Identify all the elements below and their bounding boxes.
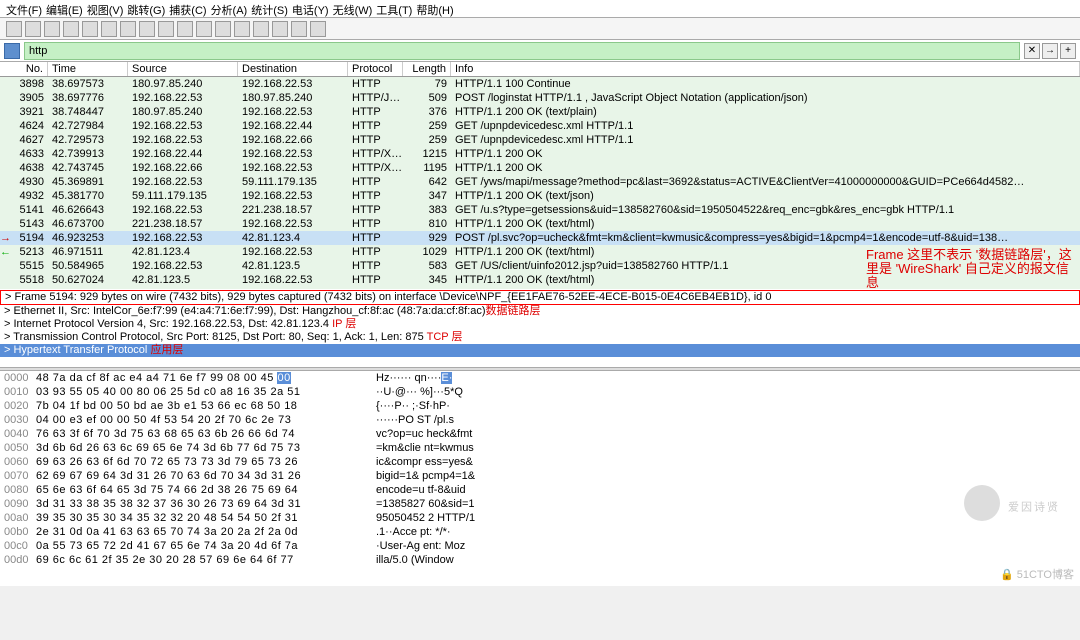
- col-length[interactable]: Length: [403, 62, 451, 76]
- toolbar-button[interactable]: [120, 21, 136, 37]
- menu-item[interactable]: 视图(V): [87, 2, 124, 15]
- hex-row[interactable]: 008065 6e 63 6f 64 65 3d 75 74 66 2d 38 …: [0, 483, 1080, 497]
- menu-item[interactable]: 电话(Y): [292, 2, 329, 15]
- col-no[interactable]: No.: [0, 62, 48, 76]
- packet-details: > Frame 5194: 929 bytes on wire (7432 bi…: [0, 289, 1080, 367]
- annotation-frame-note: Frame 这里不表示 '数据链路层'，这里是 'WireShark' 自己定义…: [866, 248, 1076, 289]
- toolbar-button[interactable]: [6, 21, 22, 37]
- toolbar-button[interactable]: [253, 21, 269, 37]
- tree-tcp[interactable]: > Transmission Control Protocol, Src Por…: [0, 331, 1080, 344]
- menu-item[interactable]: 跳转(G): [127, 2, 165, 15]
- hex-view: 000048 7a da cf 8f ac e4 a4 71 6e f7 99 …: [0, 371, 1080, 586]
- bookmark-icon[interactable]: [4, 43, 20, 59]
- toolbar-button[interactable]: [139, 21, 155, 37]
- packet-row[interactable]: 493245.38177059.111.179.135192.168.22.53…: [0, 189, 1080, 203]
- hex-row[interactable]: 00a039 35 30 35 30 34 35 32 32 20 48 54 …: [0, 511, 1080, 525]
- tree-ip[interactable]: > Internet Protocol Version 4, Src: 192.…: [0, 318, 1080, 331]
- packet-row[interactable]: 462742.729573192.168.22.53192.168.22.66H…: [0, 133, 1080, 147]
- hex-row[interactable]: 00b02e 31 0d 0a 41 63 63 65 70 74 3a 20 …: [0, 525, 1080, 539]
- add-filter-button[interactable]: +: [1060, 43, 1076, 59]
- packet-row[interactable]: 390538.697776192.168.22.53180.97.85.240H…: [0, 91, 1080, 105]
- clear-filter-button[interactable]: ✕: [1024, 43, 1040, 59]
- menu-item[interactable]: 无线(W): [333, 2, 373, 15]
- packet-row[interactable]: 389838.697573180.97.85.240192.168.22.53H…: [0, 77, 1080, 91]
- hex-row[interactable]: 00903d 31 33 38 35 38 32 37 36 30 26 73 …: [0, 497, 1080, 511]
- toolbar-button[interactable]: [291, 21, 307, 37]
- col-source[interactable]: Source: [128, 62, 238, 76]
- apply-filter-button[interactable]: →: [1042, 43, 1058, 59]
- toolbar: [0, 18, 1080, 40]
- hex-row[interactable]: 000048 7a da cf 8f ac e4 a4 71 6e f7 99 …: [0, 371, 1080, 385]
- toolbar-button[interactable]: [82, 21, 98, 37]
- display-filter-input[interactable]: [24, 42, 1020, 60]
- hex-row[interactable]: 001003 93 55 05 40 00 80 06 25 5d c0 a8 …: [0, 385, 1080, 399]
- packet-list-header: No. Time Source Destination Protocol Len…: [0, 62, 1080, 77]
- tree-ethernet[interactable]: > Ethernet II, Src: IntelCor_6e:f7:99 (e…: [0, 305, 1080, 318]
- menu-item[interactable]: 文件(F): [6, 2, 42, 15]
- packet-row[interactable]: 493045.369891192.168.22.5359.111.179.135…: [0, 175, 1080, 189]
- toolbar-button[interactable]: [272, 21, 288, 37]
- tree-http[interactable]: > Hypertext Transfer Protocol 应用层: [0, 344, 1080, 357]
- hex-row[interactable]: 00503d 6b 6d 26 63 6c 69 65 6e 74 3d 6b …: [0, 441, 1080, 455]
- packet-row[interactable]: 392138.748447180.97.85.240192.168.22.53H…: [0, 105, 1080, 119]
- filter-bar: ✕ → +: [0, 40, 1080, 62]
- toolbar-button[interactable]: [196, 21, 212, 37]
- menubar: 文件(F) 编辑(E) 视图(V)跳转(G) 捕获(C) 分析(A)统计(S) 电话(Y)…: [0, 0, 1080, 18]
- toolbar-button[interactable]: [158, 21, 174, 37]
- toolbar-button[interactable]: [63, 21, 79, 37]
- menu-item[interactable]: 工具(T): [376, 2, 412, 15]
- toolbar-button[interactable]: [25, 21, 41, 37]
- hex-row[interactable]: 00c00a 55 73 65 72 2d 41 67 65 6e 74 3a …: [0, 539, 1080, 553]
- toolbar-button[interactable]: [177, 21, 193, 37]
- hex-row[interactable]: 00d069 6c 6c 61 2f 35 2e 30 20 28 57 69 …: [0, 553, 1080, 567]
- toolbar-button[interactable]: [310, 21, 326, 37]
- toolbar-button[interactable]: [44, 21, 60, 37]
- col-protocol[interactable]: Protocol: [348, 62, 403, 76]
- packet-list: No. Time Source Destination Protocol Len…: [0, 62, 1080, 289]
- menu-item[interactable]: 捕获(C): [169, 2, 206, 15]
- menu-item[interactable]: 统计(S): [251, 2, 288, 15]
- hex-row[interactable]: 003004 00 e3 ef 00 00 50 4f 53 54 20 2f …: [0, 413, 1080, 427]
- toolbar-button[interactable]: [101, 21, 117, 37]
- col-destination[interactable]: Destination: [238, 62, 348, 76]
- menu-item[interactable]: 分析(A): [211, 2, 248, 15]
- col-info[interactable]: Info: [451, 62, 1080, 76]
- toolbar-button[interactable]: [215, 21, 231, 37]
- hex-row[interactable]: 006069 63 26 63 6f 6d 70 72 65 73 73 3d …: [0, 455, 1080, 469]
- blog-watermark: 🔒 51CTO博客: [1000, 566, 1074, 582]
- tree-frame[interactable]: > Frame 5194: 929 bytes on wire (7432 bi…: [0, 290, 1080, 305]
- packet-row[interactable]: 514346.673700221.238.18.57192.168.22.53H…: [0, 217, 1080, 231]
- hex-row[interactable]: 004076 63 3f 6f 70 3d 75 63 68 65 63 6b …: [0, 427, 1080, 441]
- hex-row[interactable]: 007062 69 67 69 64 3d 31 26 70 63 6d 70 …: [0, 469, 1080, 483]
- packet-row[interactable]: 463342.739913192.168.22.44192.168.22.53H…: [0, 147, 1080, 161]
- hex-row[interactable]: 00207b 04 1f bd 00 50 bd ae 3b e1 53 66 …: [0, 399, 1080, 413]
- packet-row[interactable]: 463842.743745192.168.22.66192.168.22.53H…: [0, 161, 1080, 175]
- col-time[interactable]: Time: [48, 62, 128, 76]
- packet-row[interactable]: →519446.923253192.168.22.5342.81.123.4HT…: [0, 231, 1080, 245]
- packet-row[interactable]: 514146.626643192.168.22.53221.238.18.57H…: [0, 203, 1080, 217]
- menu-item[interactable]: 编辑(E): [46, 2, 83, 15]
- packet-row[interactable]: 462442.727984192.168.22.53192.168.22.44H…: [0, 119, 1080, 133]
- toolbar-button[interactable]: [234, 21, 250, 37]
- menu-item[interactable]: 帮助(H): [416, 2, 453, 15]
